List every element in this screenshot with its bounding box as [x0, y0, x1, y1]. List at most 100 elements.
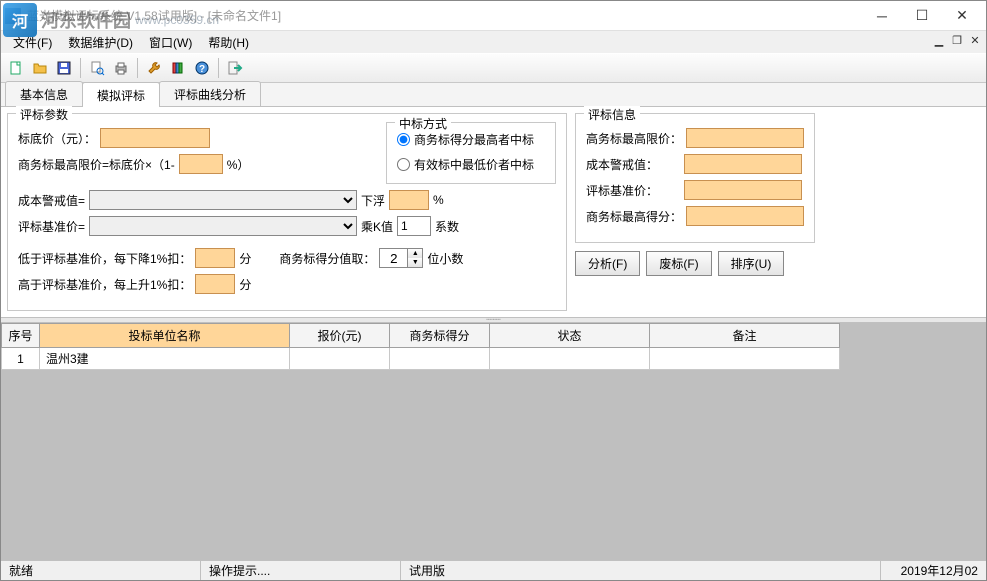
tab-simulate-bid[interactable]: 模拟评标: [82, 82, 160, 107]
score-decimal-label: 商务标得分值取：: [279, 250, 375, 267]
cell-note[interactable]: [650, 348, 840, 370]
bid-info-legend: 评标信息: [584, 106, 640, 123]
status-ready: 就绪: [1, 561, 201, 580]
max-limit-label: 商务标最高限价=标底价×（1-: [18, 156, 175, 173]
radio-highest-score-input[interactable]: [397, 133, 410, 146]
radio-highest-score[interactable]: 商务标得分最高者中标: [397, 131, 545, 148]
group-bid-info: 评标信息 高务标最高限价： 成本警戒值： 评标基准价： 商务标最高得分：: [575, 113, 815, 243]
spin-up-icon[interactable]: ▲: [408, 249, 422, 258]
status-bar: 就绪 操作提示.... 试用版 2019年12月02: [1, 560, 986, 580]
info-cost-warn-field[interactable]: [684, 154, 802, 174]
mdi-restore-icon[interactable]: ❐: [950, 33, 964, 47]
bid-params-legend: 评标参数: [16, 106, 72, 123]
status-hint: 操作提示....: [201, 561, 401, 580]
save-button[interactable]: [53, 57, 75, 79]
col-status[interactable]: 状态: [490, 324, 650, 348]
info-benchmark-label: 评标基准价：: [586, 182, 658, 199]
below-benchmark-label: 低于评标基准价，每下降1%扣：: [18, 250, 191, 267]
info-max-score-field[interactable]: [686, 206, 804, 226]
tab-strip: 基本信息 模拟评标 评标曲线分析: [1, 83, 986, 107]
close-button[interactable]: ✕: [942, 2, 982, 30]
decimal-spinner[interactable]: ▲▼: [379, 248, 423, 268]
group-bid-method: 中标方式 商务标得分最高者中标 有效标中最低价者中标: [386, 122, 556, 184]
down-float-label: 下浮: [361, 192, 385, 209]
tool-wrench-button[interactable]: [143, 57, 165, 79]
radio-lowest-price-input[interactable]: [397, 158, 410, 171]
waste-bid-button[interactable]: 废标(F): [646, 251, 711, 276]
window-title: 蓝光模拟评标系统 V1.58试用版] - [未命名文件1]: [27, 7, 862, 24]
maximize-button[interactable]: ☐: [902, 2, 942, 30]
group-bid-params: 评标参数 标底价（元）： 商务标最高限价=标底价×（1- %） 中标方式: [7, 113, 567, 311]
down-float-input[interactable]: [389, 190, 429, 210]
books-button[interactable]: [167, 57, 189, 79]
mult-k-label: 乘K值: [361, 218, 393, 235]
col-price[interactable]: 报价(元): [290, 324, 390, 348]
percent-label-1: %: [433, 193, 444, 207]
bid-method-legend: 中标方式: [395, 115, 451, 132]
benchmark-label: 评标基准价=: [18, 218, 85, 235]
analyze-button[interactable]: 分析(F): [575, 251, 640, 276]
info-cost-warn-label: 成本警戒值：: [586, 156, 658, 173]
col-note[interactable]: 备注: [650, 324, 840, 348]
exit-button[interactable]: [224, 57, 246, 79]
below-deduct-input[interactable]: [195, 248, 235, 268]
radio-lowest-price[interactable]: 有效标中最低价者中标: [397, 156, 545, 173]
info-max-score-label: 商务标最高得分：: [586, 208, 682, 225]
app-icon: [5, 8, 21, 24]
status-date: 2019年12月02: [893, 561, 986, 580]
menu-window[interactable]: 窗口(W): [141, 32, 200, 53]
above-benchmark-label: 高于评标基准价，每上升1%扣：: [18, 276, 191, 293]
help-button[interactable]: ?: [191, 57, 213, 79]
menu-bar: 文件(F) 数据维护(D) 窗口(W) 帮助(H) ▁ ❐ ✕: [1, 31, 986, 53]
tab-basic-info[interactable]: 基本信息: [5, 81, 83, 106]
info-max-limit-label: 高务标最高限价：: [586, 130, 682, 147]
main-panel: 评标参数 标底价（元）： 商务标最高限价=标底价×（1- %） 中标方式: [1, 107, 986, 560]
base-price-label: 标底价（元）：: [18, 130, 96, 147]
fen-2: 分: [239, 276, 251, 293]
decimal-value-input[interactable]: [379, 248, 407, 268]
base-price-input[interactable]: [100, 128, 210, 148]
table-row[interactable]: 1 温州3建: [2, 348, 840, 370]
table-header-row: 序号 投标单位名称 报价(元) 商务标得分 状态 备注: [2, 324, 840, 348]
decimal-suffix: 位小数: [427, 250, 463, 267]
col-bidder-name[interactable]: 投标单位名称: [40, 324, 290, 348]
info-benchmark-field[interactable]: [684, 180, 802, 200]
action-buttons: 分析(F) 废标(F) 排序(U): [575, 249, 815, 278]
mdi-close-icon[interactable]: ✕: [968, 33, 982, 47]
bidder-table: 序号 投标单位名称 报价(元) 商务标得分 状态 备注 1 温州3建: [1, 323, 840, 370]
above-deduct-input[interactable]: [195, 274, 235, 294]
print-button[interactable]: [110, 57, 132, 79]
menu-data-maintain[interactable]: 数据维护(D): [60, 32, 141, 53]
menu-file[interactable]: 文件(F): [5, 32, 60, 53]
cost-warn-label: 成本警戒值=: [18, 192, 85, 209]
status-trial: 试用版: [401, 561, 881, 580]
info-max-limit-field[interactable]: [686, 128, 804, 148]
benchmark-select[interactable]: [89, 216, 357, 236]
mdi-minimize-icon[interactable]: ▁: [932, 33, 946, 47]
cell-idx: 1: [2, 348, 40, 370]
open-file-button[interactable]: [29, 57, 51, 79]
menu-help[interactable]: 帮助(H): [200, 32, 257, 53]
max-limit-suffix: %）: [227, 156, 250, 173]
cell-score[interactable]: [390, 348, 490, 370]
fen-1: 分: [239, 250, 251, 267]
tab-curve-analysis[interactable]: 评标曲线分析: [159, 81, 261, 106]
window-titlebar: 蓝光模拟评标系统 V1.58试用版] - [未命名文件1] ─ ☐ ✕: [1, 1, 986, 31]
cell-status[interactable]: [490, 348, 650, 370]
max-limit-pct-input[interactable]: [179, 154, 223, 174]
cell-price[interactable]: [290, 348, 390, 370]
k-value-input[interactable]: [397, 216, 431, 236]
minimize-button[interactable]: ─: [862, 2, 902, 30]
print-preview-button[interactable]: [86, 57, 108, 79]
toolbar: ?: [1, 53, 986, 83]
col-index[interactable]: 序号: [2, 324, 40, 348]
spin-down-icon[interactable]: ▼: [408, 258, 422, 267]
col-score[interactable]: 商务标得分: [390, 324, 490, 348]
sort-button[interactable]: 排序(U): [718, 251, 785, 276]
svg-text:?: ?: [199, 64, 205, 75]
cost-warn-select[interactable]: [89, 190, 357, 210]
data-grid-area: 序号 投标单位名称 报价(元) 商务标得分 状态 备注 1 温州3建: [1, 323, 986, 560]
coef-label: 系数: [435, 218, 459, 235]
cell-name[interactable]: 温州3建: [40, 348, 290, 370]
new-file-button[interactable]: [5, 57, 27, 79]
